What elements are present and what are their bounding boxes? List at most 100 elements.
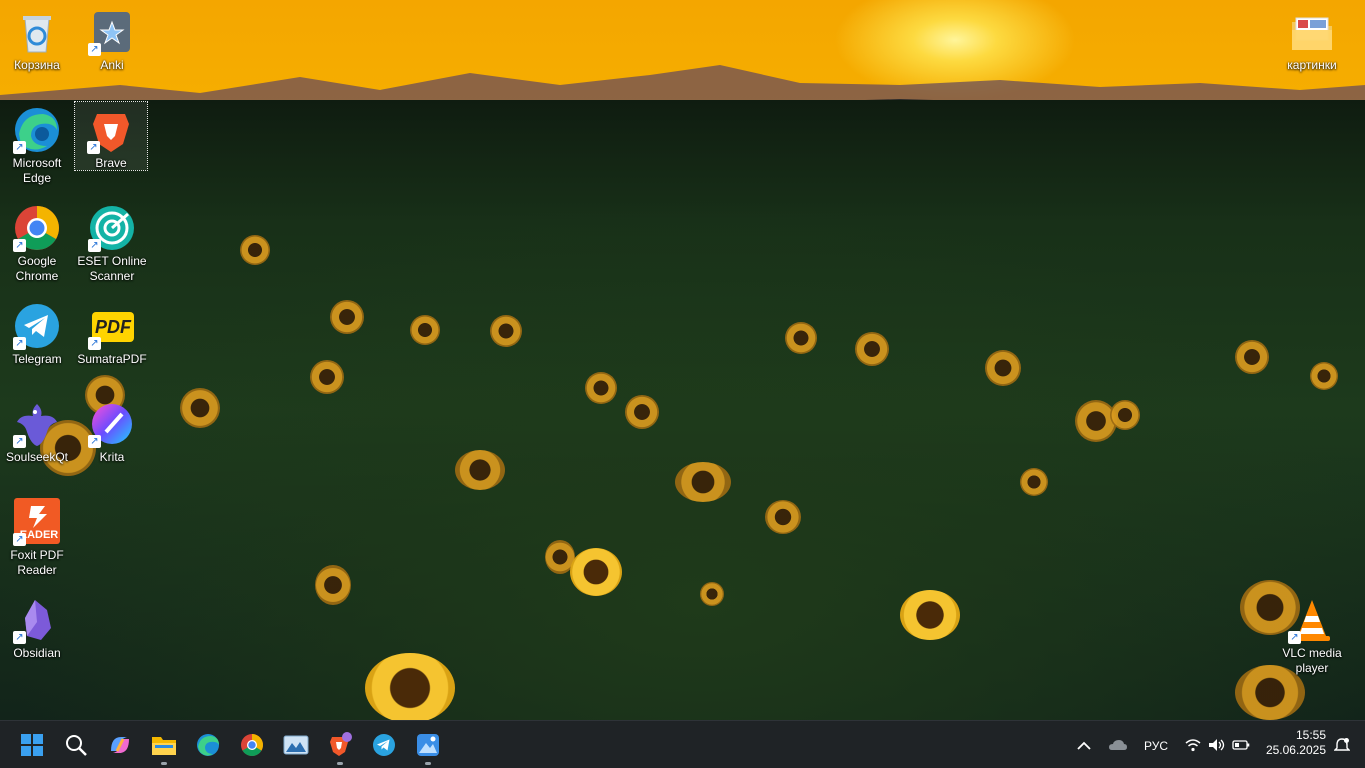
sunflower (625, 395, 659, 429)
anki-icon: ↗ (88, 8, 136, 56)
sunflower (1020, 468, 1048, 496)
desktop-icon-label: VLC media player (1282, 646, 1342, 675)
input-language-indicator[interactable]: РУС (1144, 739, 1168, 753)
sunflower (310, 360, 344, 394)
battery-icon (1232, 740, 1250, 750)
taskbar-edge-button[interactable] (190, 727, 226, 763)
taskbar-image-viewer-button[interactable] (410, 727, 446, 765)
desktop-icon-krita[interactable]: ↗ Krita (75, 396, 149, 465)
network-button[interactable] (1180, 727, 1206, 763)
taskbar: РУС 15:55 25.06.2025 (0, 720, 1365, 768)
taskbar-telegram-button[interactable] (366, 727, 402, 763)
desktop-icon-pictures-folder[interactable]: картинки (1275, 4, 1349, 73)
desktop-icon-google-chrome[interactable]: ↗ Google Chrome (0, 200, 74, 284)
clock-date: 25.06.2025 (1265, 743, 1326, 757)
desktop-icon-obsidian[interactable]: ↗ Obsidian (0, 592, 74, 661)
search-icon (66, 735, 87, 756)
desktop-icon-label: SumatraPDF (77, 352, 147, 366)
desktop-icon-anki[interactable]: ↗ Anki (75, 4, 149, 73)
desktop-icon-telegram[interactable]: ↗ Telegram (0, 298, 74, 367)
sunflower (330, 300, 364, 334)
taskbar-start-button[interactable] (14, 727, 50, 763)
telegram-icon: ↗ (13, 302, 61, 350)
running-indicator (337, 762, 343, 765)
desktop-icon-microsoft-edge[interactable]: ↗ Microsoft Edge (0, 102, 74, 186)
sunflower (765, 500, 801, 534)
desktop-icon-brave[interactable]: ↗ Brave (74, 101, 148, 171)
edge-icon (197, 734, 219, 756)
shortcut-arrow-icon: ↗ (88, 43, 101, 56)
eset-icon: ↗ (88, 204, 136, 252)
desktop-icon-label: Корзина (14, 58, 60, 72)
taskbar-search-button[interactable] (58, 727, 94, 763)
chevron-up-icon (1077, 741, 1091, 750)
wifi-icon (1185, 739, 1201, 752)
sunflower (570, 548, 622, 596)
sunflower (180, 388, 220, 428)
copilot-icon (111, 737, 129, 753)
brave-icon: ↗ (87, 106, 135, 154)
onedrive-cloud-icon (1109, 740, 1127, 750)
desktop-icon-label: ESET Online Scanner (77, 254, 147, 283)
battery-button[interactable] (1228, 727, 1254, 763)
sunflower (785, 322, 817, 354)
taskbar-chrome-button[interactable] (234, 727, 270, 763)
desktop-icon-foxit-pdf-reader[interactable]: EADER ↗ Foxit PDF Reader (0, 494, 74, 578)
desktop-icon-label: Google Chrome (15, 254, 59, 283)
running-indicator (425, 762, 431, 765)
notifications-button[interactable] (1328, 727, 1356, 763)
shortcut-arrow-icon: ↗ (13, 435, 26, 448)
sunflower (985, 350, 1021, 386)
desktop-icon-soulseekqt[interactable]: ↗ SoulseekQt (0, 396, 74, 465)
taskbar-clock[interactable]: 15:55 25.06.2025 (1262, 728, 1326, 758)
volume-button[interactable] (1204, 727, 1230, 763)
vlc-icon: ↗ (1288, 596, 1336, 644)
desktop-icon-eset-online-scanner[interactable]: ↗ ESET Online Scanner (75, 200, 149, 284)
desktop-icon-sumatrapdf[interactable]: PDF ↗ SumatraPDF (75, 298, 149, 367)
sunflower (455, 450, 505, 490)
sunflower (490, 315, 522, 347)
sunflower (585, 372, 617, 404)
shortcut-arrow-icon: ↗ (87, 141, 100, 154)
desktop-icon-label: SoulseekQt (5, 450, 69, 464)
image-viewer-icon (417, 734, 439, 756)
desktop-icon-label: Anki (100, 58, 124, 72)
taskbar-brave-button[interactable] (322, 727, 358, 765)
sunflower (1235, 340, 1269, 374)
desktop-icon-label: Microsoft Edge (12, 156, 62, 185)
recycle-bin-icon (13, 8, 61, 56)
show-hidden-icons-button[interactable] (1068, 727, 1100, 763)
brave-icon (330, 732, 352, 756)
folder-icon (1288, 8, 1336, 56)
sunflower (240, 235, 270, 265)
desktop-icon-label: Foxit PDF Reader (10, 548, 64, 577)
obsidian-icon: ↗ (13, 596, 61, 644)
shortcut-arrow-icon: ↗ (88, 337, 101, 350)
desktop-icon-label: Telegram (12, 352, 62, 366)
onedrive-button[interactable] (1102, 727, 1134, 763)
sunflower (410, 315, 440, 345)
shortcut-arrow-icon: ↗ (88, 435, 101, 448)
desktop-icon-label: Brave (95, 156, 127, 170)
shortcut-arrow-icon: ↗ (88, 239, 101, 252)
desktop-icon-recycle-bin[interactable]: Корзина (0, 4, 74, 73)
notification-bell-icon (1334, 738, 1350, 751)
sunflower (700, 582, 724, 606)
taskbar-copilot-button[interactable] (102, 727, 138, 763)
sunflower (900, 590, 960, 640)
shortcut-arrow-icon: ↗ (13, 337, 26, 350)
soulseek-icon: ↗ (13, 400, 61, 448)
sunflower (675, 462, 731, 502)
shortcut-arrow-icon: ↗ (13, 239, 26, 252)
taskbar-photos-button[interactable] (278, 727, 314, 763)
chrome-icon: ↗ (13, 204, 61, 252)
desktop-icon-label: Obsidian (13, 646, 61, 660)
sunflower (315, 565, 351, 605)
taskbar-file-explorer-button[interactable] (146, 727, 182, 765)
chrome-icon (241, 734, 263, 756)
sumatrapdf-icon: PDF ↗ (88, 302, 136, 350)
desktop-icon-vlc-media-player[interactable]: ↗ VLC media player (1275, 592, 1349, 676)
clock-time: 15:55 (1295, 728, 1326, 742)
edge-icon: ↗ (13, 106, 61, 154)
sunflower (855, 332, 889, 366)
